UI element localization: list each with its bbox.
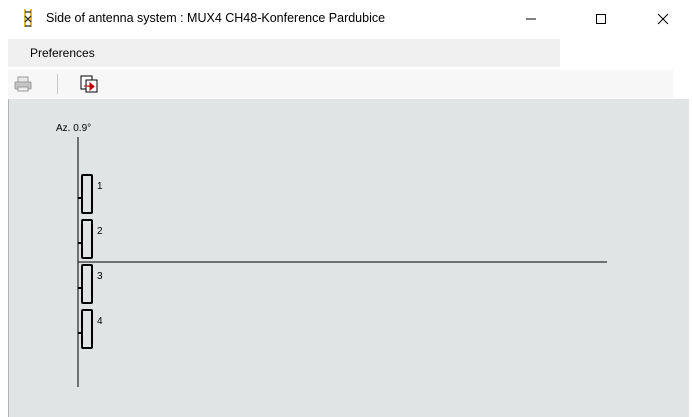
antenna-element-4 [78,309,93,349]
antenna-label-4: 4 [97,316,103,327]
antenna-diagram [77,137,607,387]
antenna-label-2: 2 [97,226,103,237]
antenna-element-1 [78,174,93,214]
antenna-element-3 [78,264,93,304]
antenna-label-3: 3 [97,271,103,282]
antenna-element-2 [78,219,93,259]
antenna-label-1: 1 [97,181,103,192]
